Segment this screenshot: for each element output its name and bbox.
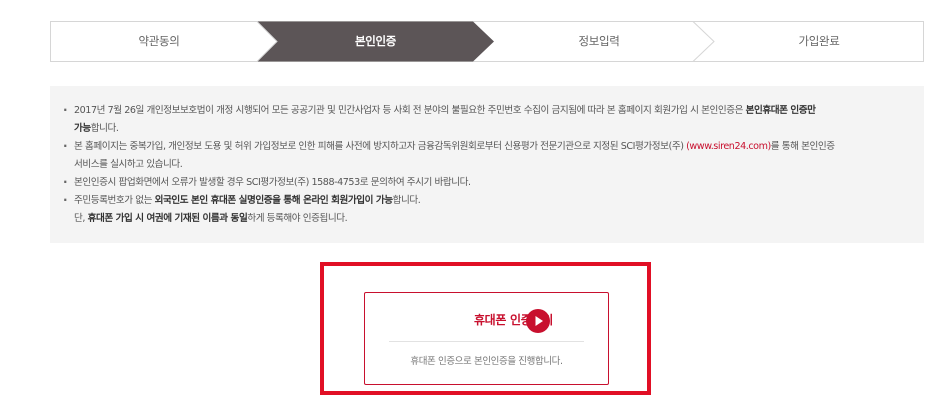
- step-info-input: 정보입력: [578, 34, 620, 48]
- notice-item-sci: 본 홈페이지는 중복가입, 개인정보 도용 및 허위 가입정보로 인한 피해를 …: [62, 137, 910, 174]
- verification-notice-box: 2017년 7월 26일 개인정보보호법이 개정 시행되어 모든 공공기관 및 …: [50, 86, 924, 243]
- notice-emphasis: 휴대폰 가입 시 여권에 기재된 이름과 동일: [87, 213, 248, 224]
- notice-text: 주민등록번호가 없는: [74, 195, 155, 206]
- notice-item-law: 2017년 7월 26일 개인정보보호법이 개정 시행되어 모든 공공기관 및 …: [62, 101, 910, 138]
- step-terms-agreement: 약관동의: [138, 34, 180, 48]
- notice-emphasis: 가능: [74, 123, 91, 134]
- notice-emphasis: 본인휴대폰 인증만: [745, 105, 816, 116]
- notice-text: 본인인증시 팝업화면에서 오류가 발생할 경우 SCI평가정보(주) 1588-…: [74, 177, 471, 188]
- phone-auth-button[interactable]: 휴대폰 인증하기 휴대폰 인증으로 본인인증을 진행합니다.: [364, 292, 609, 385]
- play-circle-icon: [526, 309, 550, 333]
- notice-text: 본 홈페이지는 중복가입, 개인정보 도용 및 허위 가입정보로 인한 피해를 …: [74, 141, 687, 152]
- notice-text: 합니다.: [392, 195, 421, 206]
- notice-text: 단,: [74, 213, 88, 224]
- notice-text: 하게 등록해야 인증됩니다.: [247, 213, 348, 224]
- signup-progress-steps: 약관동의 본인인증 정보입력 가입완료: [50, 21, 924, 62]
- phone-auth-description: 휴대폰 인증으로 본인인증을 진행합니다.: [410, 356, 563, 367]
- phone-auth-title: 휴대폰 인증하기: [473, 313, 553, 327]
- notice-list: 2017년 7월 26일 개인정보보호법이 개정 시행되어 모든 공공기관 및 …: [62, 101, 910, 228]
- notice-item-foreigner: 주민등록번호가 없는 외국인도 본인 휴대폰 실명인증을 통해 온라인 회원가입…: [62, 191, 910, 228]
- notice-item-error-contact: 본인인증시 팝업화면에서 오류가 발생할 경우 SCI평가정보(주) 1588-…: [62, 173, 910, 192]
- notice-text: 2017년 7월 26일 개인정보보호법이 개정 시행되어 모든 공공기관 및 …: [74, 105, 746, 116]
- notice-text: 합니다.: [90, 123, 119, 134]
- notice-emphasis: 외국인도 본인 휴대폰 실명인증을 통해 온라인 회원가입이 가능: [154, 195, 393, 206]
- card-divider: [389, 341, 584, 342]
- siren24-link[interactable]: (www.siren24.com): [686, 141, 771, 152]
- notice-text: 를 통해 본인인증: [770, 141, 835, 152]
- notice-text: 서비스를 실시하고 있습니다.: [74, 159, 183, 170]
- step-signup-complete: 가입완료: [798, 34, 840, 48]
- step-identity-verification: 본인인증: [354, 34, 397, 48]
